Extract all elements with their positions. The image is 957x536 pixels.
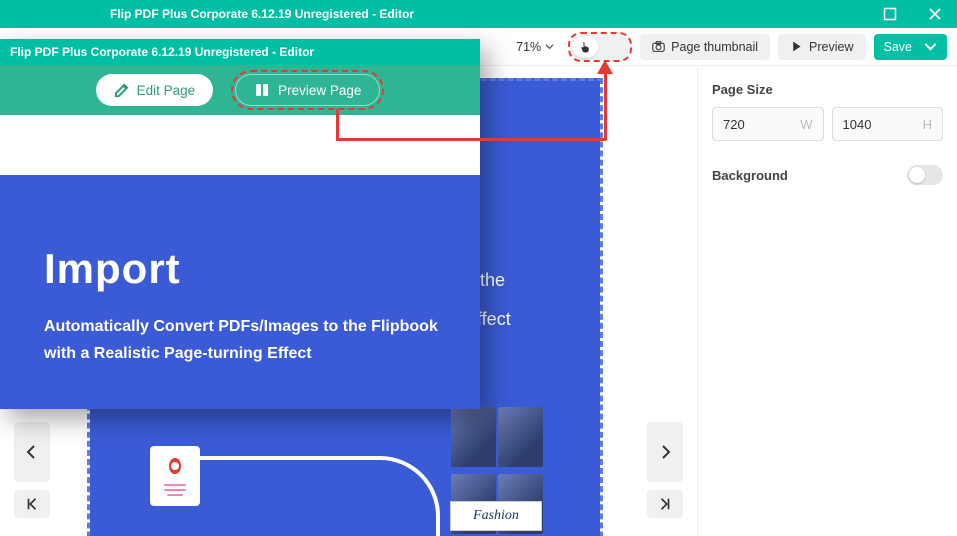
camera-icon [652,40,665,53]
maximize-button[interactable] [867,0,912,28]
preview-page-icon [254,82,270,98]
page-height-input[interactable]: 1040 H [832,107,944,141]
fashion-label: Fashion [450,501,542,531]
background-label: Background [712,168,788,183]
background-toggle[interactable] [907,165,943,185]
chevron-down-icon [924,40,937,53]
properties-sidebar: Page Size 720 W 1040 H Background [697,66,957,536]
page-height-value: 1040 [843,117,872,132]
annotation-highlight-toggle [568,32,632,62]
touch-mode-toggle[interactable] [570,34,630,60]
edit-page-button[interactable]: Edit Page [96,74,214,106]
popup-title-bar: Flip PDF Plus Corporate 6.12.19 Unregist… [0,39,480,65]
popup-toolbar: Edit Page Preview Page [0,65,480,115]
annotation-highlight-preview: Preview Page [231,70,384,110]
save-label: Save [884,40,913,54]
page-text-line: the [480,266,511,295]
page-subheading: Automatically Convert PDFs/Images to the… [44,313,450,367]
prev-page-button[interactable] [14,422,50,482]
preview-label: Preview [809,40,853,54]
page-width-input[interactable]: 720 W [712,107,824,141]
popup-window: Flip PDF Plus Corporate 6.12.19 Unregist… [0,39,480,409]
chevron-down-icon [545,42,554,51]
popup-page-preview: Import Automatically Convert PDFs/Images… [0,115,480,409]
annotation-line [604,67,607,140]
page-heading: Import [44,245,181,293]
page-thumbnail-button[interactable]: Page thumbnail [640,34,770,60]
annotation-line [336,109,339,140]
book-thumb [451,407,496,467]
edit-page-label: Edit Page [137,83,196,98]
window-title: Flip PDF Plus Corporate 6.12.19 Unregist… [110,7,414,21]
page-size-label: Page Size [712,82,943,97]
width-suffix: W [800,117,812,132]
play-icon [790,40,803,53]
page-thumbnail-label: Page thumbnail [671,40,758,54]
popup-title-text: Flip PDF Plus Corporate 6.12.19 Unregist… [10,45,314,59]
window-controls [867,0,957,28]
next-page-button[interactable] [647,422,683,482]
close-button[interactable] [912,0,957,28]
preview-page-label: Preview Page [278,83,361,98]
book-thumb [498,407,543,467]
first-page-button[interactable] [14,490,50,518]
preview-button[interactable]: Preview [778,34,865,60]
last-page-button[interactable] [647,490,683,518]
zoom-level[interactable]: 71% [516,40,554,54]
zoom-value: 71% [516,40,541,54]
flow-curve [200,456,440,536]
preview-page-button[interactable]: Preview Page [235,74,380,106]
title-bar: Flip PDF Plus Corporate 6.12.19 Unregist… [0,0,957,28]
annotation-line [336,138,606,141]
pdf-file-icon [150,446,200,506]
page-width-value: 720 [723,117,745,132]
save-button[interactable]: Save [874,34,948,60]
annotation-arrow-icon [597,60,613,74]
pencil-icon [114,83,129,98]
touch-icon [572,36,598,58]
height-suffix: H [923,117,932,132]
